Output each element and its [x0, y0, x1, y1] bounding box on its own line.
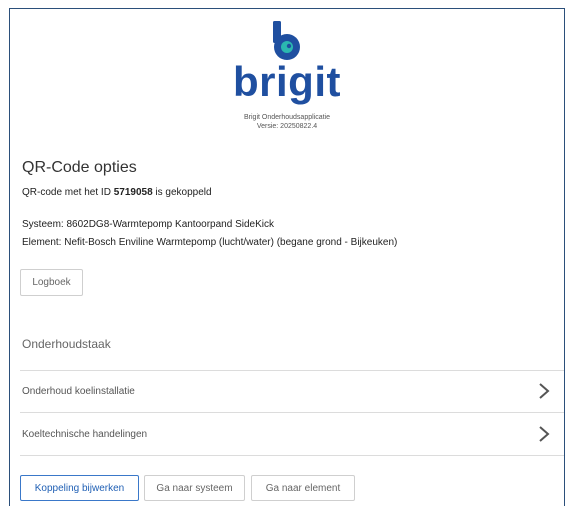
app-version: Versie: 20250822.4 [256, 123, 318, 130]
qr-status-line: QR-code met het ID 5719058 is gekoppeld [22, 187, 212, 198]
go-to-element-button[interactable]: Ga naar element [251, 475, 355, 501]
task-row-cooling-maintenance[interactable]: Onderhoud koelinstallatie [20, 371, 564, 411]
chevron-right-icon [539, 426, 550, 442]
maintenance-task-title: Onderhoudstaak [22, 337, 111, 351]
qr-id: 5719058 [113, 187, 153, 198]
qr-status-suffix: is gekoppeld [152, 187, 212, 198]
app-frame: brigit Brigit Onderhoudsapplicatie Versi… [9, 8, 565, 506]
divider [20, 455, 564, 456]
divider [20, 412, 564, 413]
task-row-refrigeration-actions[interactable]: Koeltechnische handelingen [20, 414, 564, 454]
brand-name: brigit [233, 58, 341, 105]
system-info: Systeem: 8602DG8-Warmtepomp Kantoorpand … [22, 219, 274, 230]
go-to-system-button[interactable]: Ga naar systeem [144, 475, 245, 501]
brigit-logo-icon [273, 21, 300, 60]
qr-options-title: QR-Code opties [22, 159, 137, 176]
task-label: Koeltechnische handelingen [22, 428, 148, 440]
element-info: Element: Nefit-Bosch Enviline Warmtepomp… [22, 237, 398, 248]
app-name: Brigit Onderhoudsapplicatie [244, 114, 330, 121]
update-link-button[interactable]: Koppeling bijwerken [20, 475, 139, 501]
task-label: Onderhoud koelinstallatie [22, 385, 135, 397]
brand-header: brigit Brigit Onderhoudsapplicatie Versi… [10, 21, 564, 131]
chevron-right-icon [539, 383, 550, 399]
logbook-button[interactable]: Logboek [20, 269, 83, 296]
qr-status-prefix: QR-code met het ID [22, 187, 114, 198]
